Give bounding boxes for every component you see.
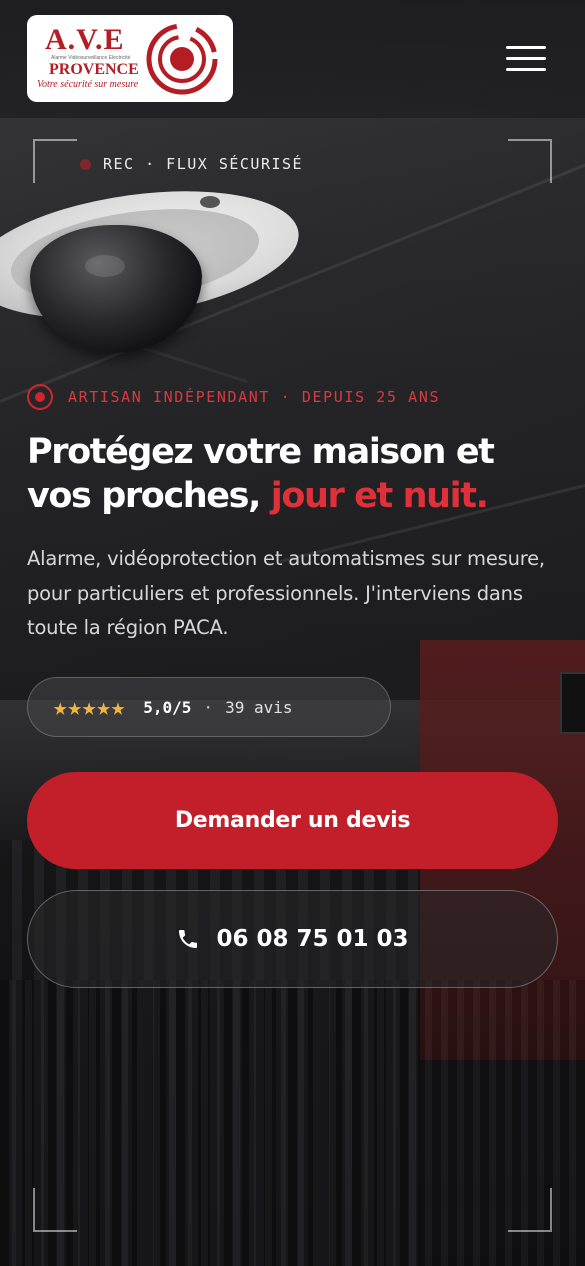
star-rating-icon: ★★★★★ [53, 693, 126, 721]
hero-eyebrow: ARTISAN INDÉPENDANT · DEPUIS 25 ANS [27, 384, 440, 410]
rec-indicator: REC · FLUX SÉCURISÉ [80, 155, 303, 173]
phone-icon [179, 930, 198, 948]
viewfinder-corner-top-left [33, 139, 77, 183]
hero-subtitle: Alarme, vidéoprotection et automatismes … [27, 547, 545, 639]
logo-slogan: Votre sécurité sur mesure [37, 79, 139, 90]
rating-score: 5,0/5 [143, 697, 192, 717]
viewfinder-corner-top-right [508, 139, 552, 183]
hero-headline: Protégez votre maison et vos proches, jo… [27, 430, 567, 518]
security-camera-dome-image [30, 225, 202, 353]
site-header: A.V.E Alarme Vidéosurveillance Electrici… [0, 0, 585, 118]
target-icon [27, 384, 53, 410]
logo-name: PROVENCE [49, 61, 139, 78]
viewfinder-corner-bottom-right [508, 1188, 552, 1232]
headline-accent: jour et nuit. [270, 476, 489, 516]
eyebrow-label: ARTISAN INDÉPENDANT · DEPUIS 25 ANS [68, 388, 441, 406]
rec-dot-icon [80, 158, 91, 170]
call-phone-button[interactable]: 06 08 75 01 03 [27, 890, 558, 988]
brand-logo[interactable]: A.V.E Alarme Vidéosurveillance Electrici… [27, 15, 233, 102]
background-tv [560, 672, 585, 734]
rating-separator: · [203, 697, 214, 717]
background-store-shelf [0, 980, 585, 1266]
request-quote-button[interactable]: Demander un devis [27, 772, 558, 869]
logo-target-icon [146, 23, 218, 95]
camera-screw-image [200, 196, 220, 208]
hamburger-menu-icon[interactable] [500, 38, 548, 78]
menu-line [506, 57, 546, 60]
hero-section: REC · FLUX SÉCURISÉ ARTISAN INDÉPENDANT … [0, 0, 585, 1266]
rating-count: 39 avis [225, 697, 293, 717]
rating-badge: ★★★★★ 5,0/5 · 39 avis [27, 677, 391, 737]
phone-number: 06 08 75 01 03 [216, 926, 409, 952]
viewfinder-corner-bottom-left [33, 1188, 77, 1232]
logo-wordmark: A.V.E [45, 23, 125, 56]
rec-label: REC · FLUX SÉCURISÉ [103, 155, 304, 173]
menu-line [506, 68, 546, 71]
menu-line [506, 46, 546, 49]
